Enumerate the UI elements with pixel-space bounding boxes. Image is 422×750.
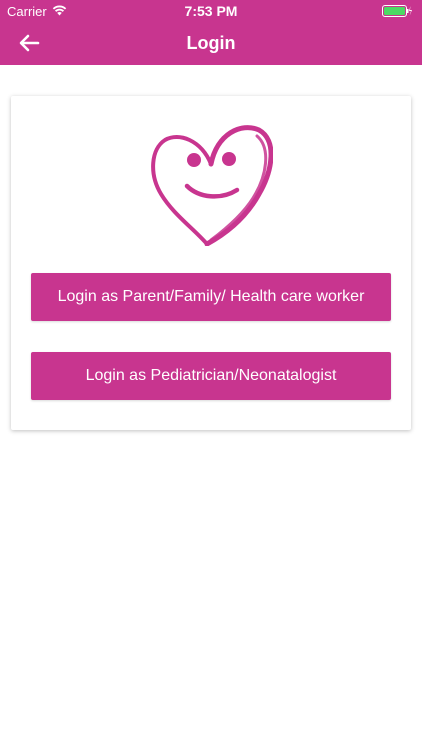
battery-charging-icon: [382, 5, 412, 17]
login-screen: Carrier 7:53 PM Login Login as Parent/Fa…: [0, 0, 422, 750]
status-bar: Carrier 7:53 PM: [0, 0, 422, 22]
login-parent-button[interactable]: Login as Parent/Family/ Health care work…: [31, 273, 391, 321]
navigation-bar: Login: [0, 22, 422, 65]
page-title: Login: [186, 33, 236, 53]
login-pediatrician-button[interactable]: Login as Pediatrician/Neonatalogist: [31, 352, 391, 400]
app-header: Carrier 7:53 PM Login: [0, 0, 422, 65]
smiling-heart-logo-icon: [151, 125, 273, 246]
clock-time: 7:53 PM: [184, 3, 238, 19]
login-options-card: Login as Parent/Family/ Health care work…: [11, 96, 411, 430]
